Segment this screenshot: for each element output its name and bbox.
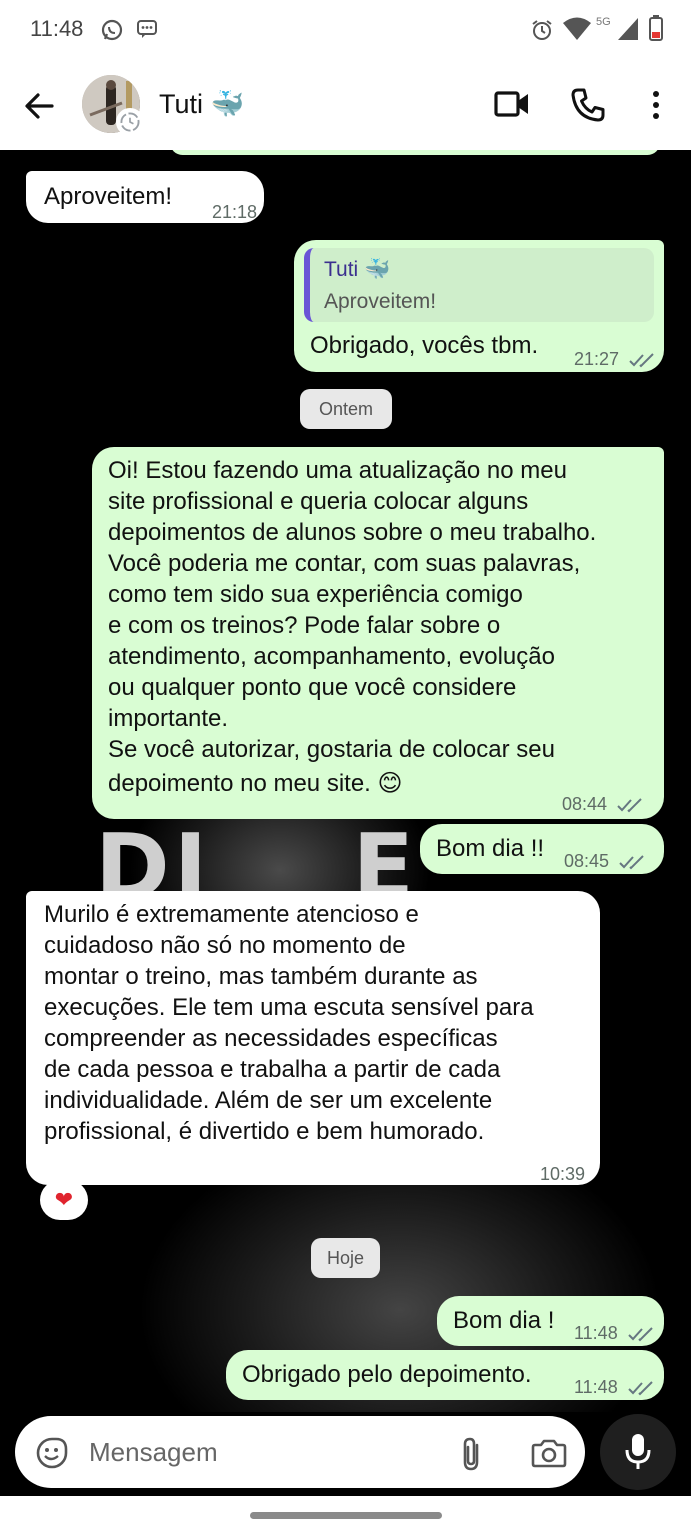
date-divider: Ontem [300, 389, 392, 429]
message-meta: 21:27 [574, 344, 656, 375]
message-text: Murilo é extremamente atencioso e cuidad… [44, 899, 534, 1147]
message-text: Obrigado, vocês tbm. [310, 332, 539, 359]
message-line: individualidade. Além de ser um excelent… [44, 1087, 493, 1114]
message-time: 21:18 [212, 202, 258, 222]
message-bubble-outgoing[interactable]: Obrigado pelo depoimento. 11:48 [226, 1350, 664, 1400]
chat-header: Tuti 🐳 [0, 62, 691, 150]
message-line: atendimento, acompanhamento, evolução [108, 643, 555, 670]
message-bubble-incoming[interactable]: Aproveitem! 21:18 [26, 171, 264, 223]
double-check-icon [617, 798, 642, 813]
message-text: Obrigado pelo depoimento. [242, 1361, 532, 1388]
message-time: 10:39 [540, 1164, 586, 1184]
message-line: Oi! Estou fazendo uma atualização no meu [108, 457, 567, 484]
video-call-icon[interactable] [494, 89, 530, 119]
whatsapp-icon [101, 19, 123, 41]
network-label: 5G [596, 16, 611, 28]
system-nav-bar [0, 1496, 691, 1536]
wifi-icon [563, 17, 591, 40]
heart-reaction-icon[interactable]: ❤ [40, 1180, 88, 1220]
message-line: montar o treino, mas também durante as [44, 963, 478, 990]
double-check-icon [629, 353, 654, 368]
message-line: depoimento no meu site. 😊 [108, 770, 403, 797]
message-line: profissional, é divertido e bem humorado… [44, 1118, 485, 1145]
phone-icon[interactable] [570, 87, 606, 123]
message-bubble-outgoing[interactable]: Tuti 🐳 Aproveitem! Obrigado, vocês tbm. … [294, 240, 664, 372]
quote-author: Tuti 🐳 [324, 258, 391, 281]
message-input[interactable] [89, 1433, 429, 1471]
message-line: e com os treinos? Pode falar sobre o [108, 612, 501, 639]
message-bubble-outgoing[interactable]: Bom dia !! 08:45 [420, 824, 664, 874]
message-time: 08:44 [562, 794, 608, 814]
mic-icon [625, 1434, 651, 1469]
message-bubble-incoming[interactable]: Murilo é extremamente atencioso e cuidad… [26, 891, 600, 1185]
contact-name[interactable]: Tuti 🐳 [159, 88, 244, 120]
message-icon [137, 20, 157, 38]
message-text: Aproveitem! [44, 183, 173, 210]
quoted-message[interactable]: Tuti 🐳 Aproveitem! [304, 248, 654, 322]
camera-icon[interactable] [531, 1438, 567, 1468]
message-line: Murilo é extremamente atencioso e [44, 901, 419, 928]
back-arrow-icon[interactable] [20, 84, 60, 128]
message-line: importante. [108, 705, 229, 732]
message-time: 21:27 [574, 349, 620, 369]
home-gesture-handle[interactable] [250, 1512, 442, 1519]
more-icon[interactable] [650, 90, 662, 120]
message-line: depoimentos de alunos sobre o meu trabal… [108, 519, 597, 546]
alarm-icon [532, 20, 552, 40]
message-line: execuções. Ele tem uma escuta sensível p… [44, 994, 534, 1021]
message-line: site profissional e queria colocar algun… [108, 488, 529, 515]
message-line: Você poderia me contar, com suas palavra… [108, 550, 581, 577]
double-check-icon [628, 1327, 653, 1342]
message-time: 11:48 [574, 1377, 618, 1397]
message-text: Oi! Estou fazendo uma atualização no meu… [108, 455, 596, 799]
message-bubble-partial [170, 150, 660, 155]
status-time: 11:48 [30, 16, 84, 41]
message-meta: 11:48 [574, 1318, 655, 1349]
message-line: ou qualquer ponto que você considere [108, 674, 517, 701]
message-line: como tem sido sua experiência comigo [108, 581, 523, 608]
quote-text: Aproveitem! [324, 290, 437, 313]
message-line: Se você autorizar, gostaria de colocar s… [108, 736, 555, 763]
status-bar: 11:48 5G [0, 0, 691, 62]
message-text: Bom dia !! [436, 835, 545, 862]
mic-button[interactable] [600, 1414, 676, 1490]
message-line: compreender as necessidades específicas [44, 1025, 498, 1052]
message-meta: 08:44 [562, 789, 644, 820]
message-time: 08:45 [564, 851, 610, 871]
message-line: cuidadoso não só no momento de [44, 932, 406, 959]
attach-icon[interactable] [459, 1436, 483, 1472]
message-composer[interactable] [15, 1416, 585, 1488]
date-divider: Hoje [311, 1238, 380, 1278]
chat-area[interactable]: DI E Aproveitem! 21:18 Tuti 🐳 Aproveitem… [0, 150, 691, 1412]
battery-icon [649, 15, 663, 41]
signal-icon [618, 18, 638, 40]
message-meta: 11:48 [574, 1372, 655, 1403]
double-check-icon [619, 855, 644, 870]
message-line: de cada pessoa e trabalha a partir de ca… [44, 1056, 501, 1083]
message-meta: 08:45 [564, 846, 646, 877]
message-text: Bom dia ! [453, 1307, 555, 1334]
double-check-icon [628, 1381, 653, 1396]
status-ring-icon [116, 108, 144, 136]
message-time: 11:48 [574, 1323, 618, 1343]
message-bubble-outgoing[interactable]: Bom dia ! 11:48 [437, 1296, 664, 1346]
message-bubble-outgoing[interactable]: Oi! Estou fazendo uma atualização no meu… [92, 447, 664, 819]
sticker-icon[interactable] [35, 1436, 69, 1470]
